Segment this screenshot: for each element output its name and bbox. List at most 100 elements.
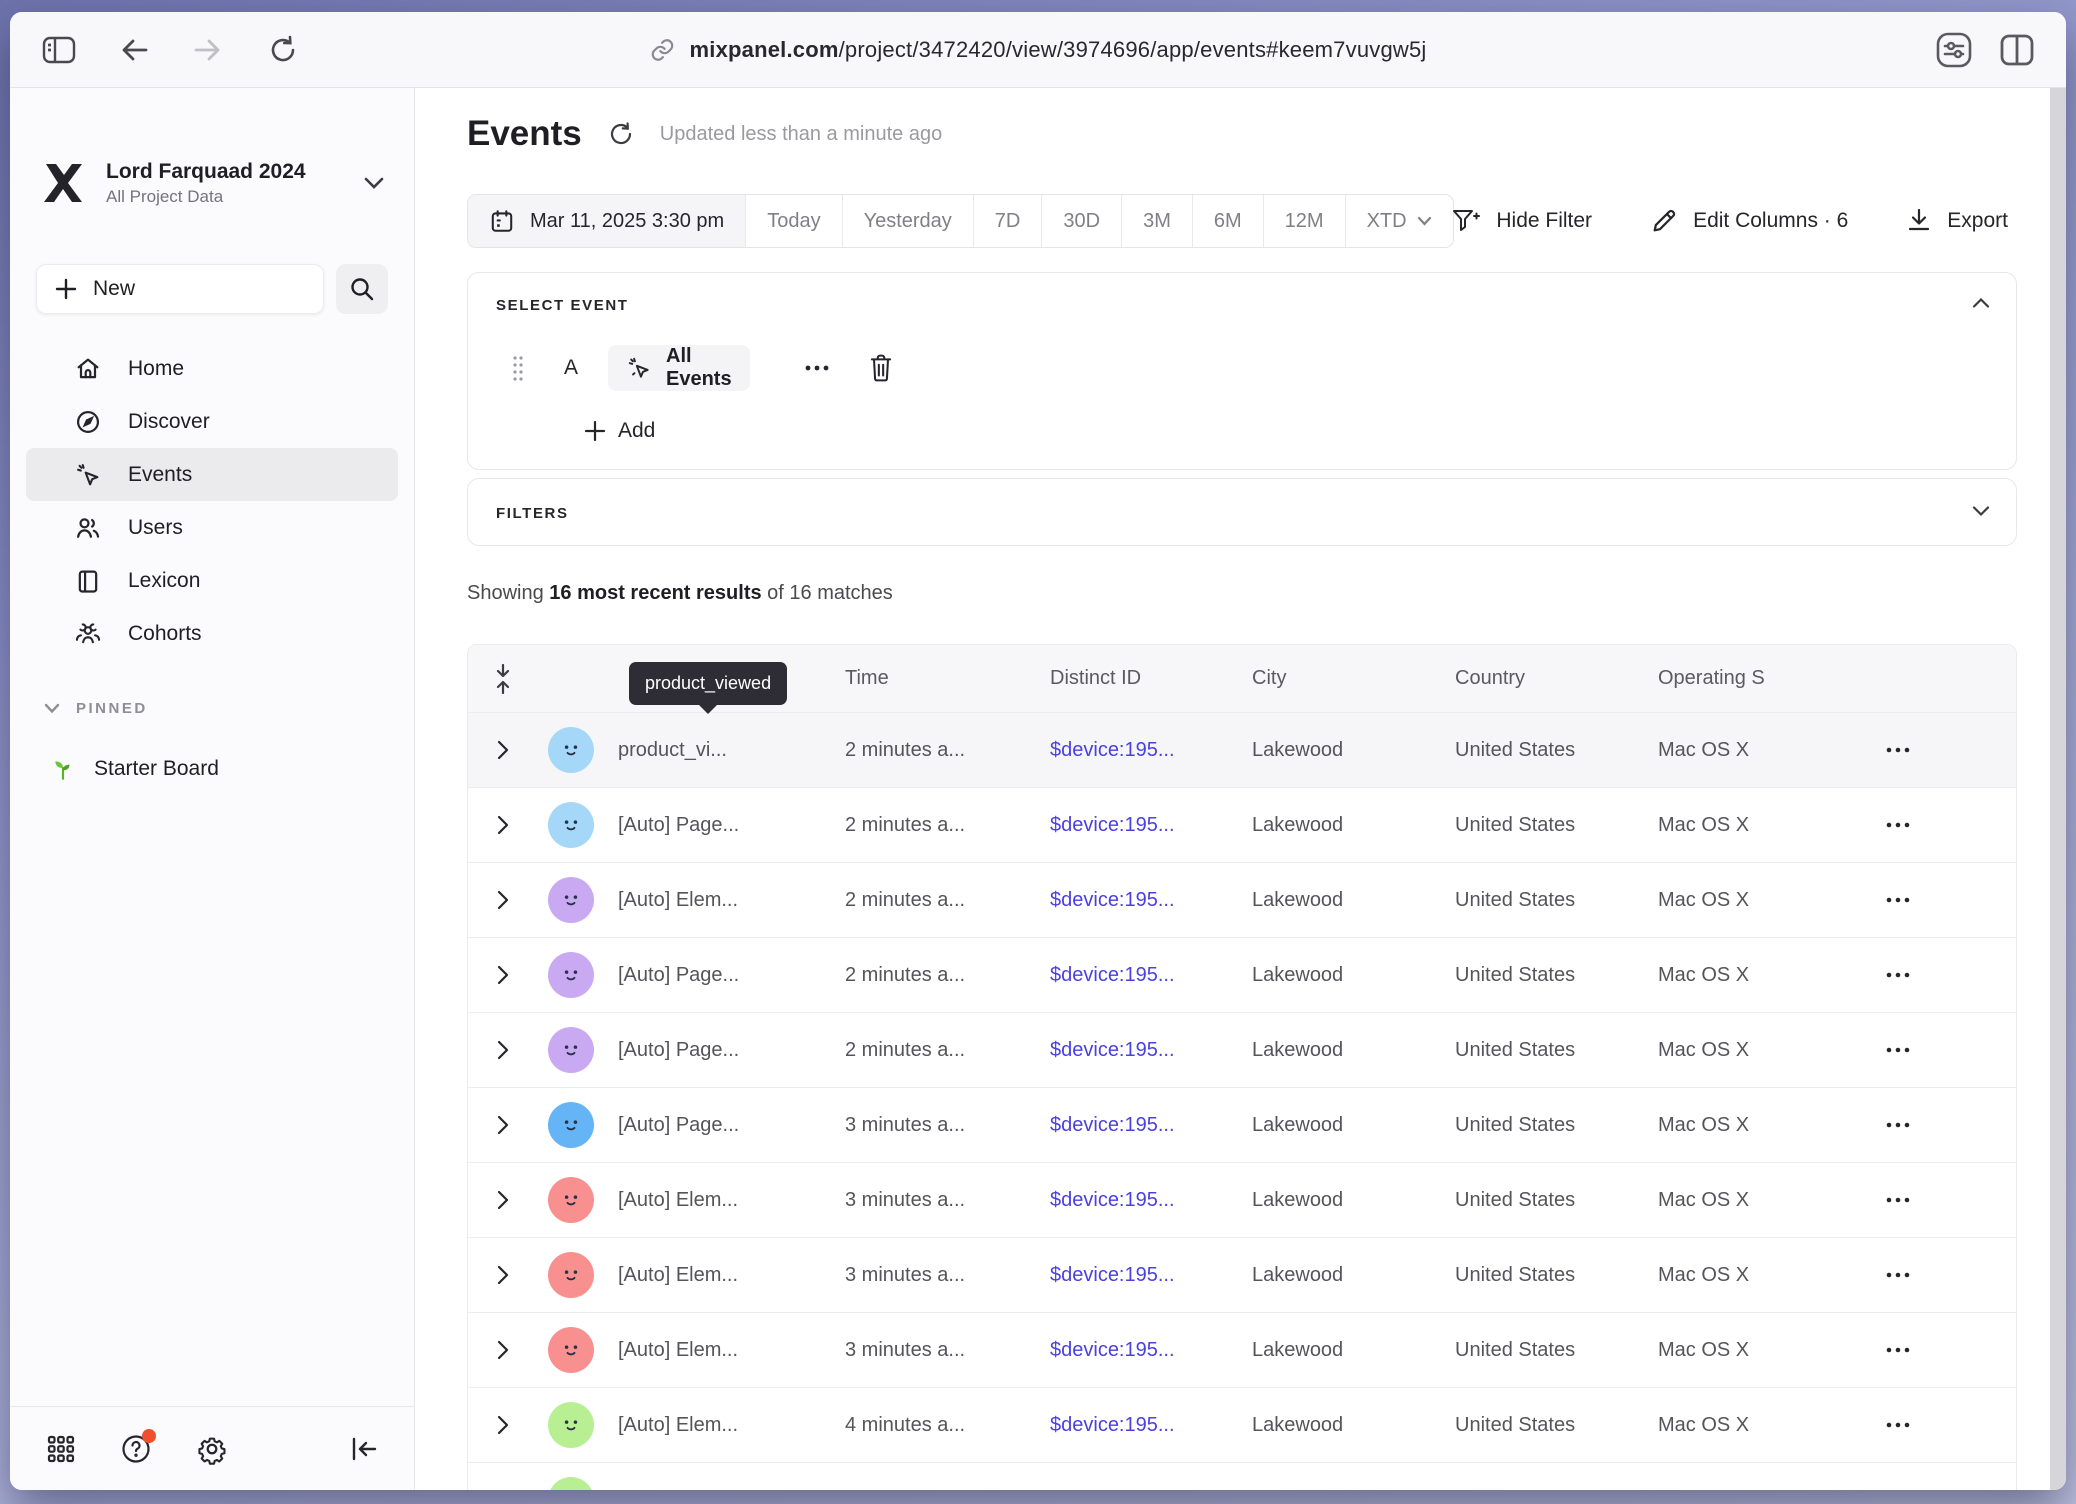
- preset-12m[interactable]: 12M: [1264, 195, 1346, 247]
- sidebar-item-cohorts[interactable]: Cohorts: [26, 607, 398, 660]
- header-os[interactable]: Operating S: [1658, 667, 1882, 690]
- preset-yesterday[interactable]: Yesterday: [843, 195, 974, 247]
- collapse-sidebar-icon[interactable]: [350, 1436, 378, 1462]
- event-selector-pill[interactable]: All Events: [608, 345, 750, 391]
- event-name[interactable]: [Auto] Page...: [618, 1114, 845, 1137]
- preset-7d[interactable]: 7D: [974, 195, 1043, 247]
- sidebar-item-home[interactable]: Home: [26, 342, 398, 395]
- url-bar[interactable]: mixpanel.com/project/3472420/view/397469…: [649, 37, 1426, 63]
- expand-row-chevron-icon[interactable]: [468, 890, 548, 910]
- preset-6m[interactable]: 6M: [1193, 195, 1264, 247]
- sidebar-item-events[interactable]: Events: [26, 448, 398, 501]
- distinct-id-link[interactable]: $device:195...: [1050, 739, 1252, 762]
- collapse-rows-icon[interactable]: [468, 663, 548, 695]
- add-event-button[interactable]: Add: [584, 419, 655, 443]
- apps-grid-icon[interactable]: [46, 1434, 76, 1464]
- header-distinct-id[interactable]: Distinct ID: [1050, 667, 1252, 690]
- table-row[interactable]: [Auto] Elem... 3 minutes a... $device:19…: [468, 1312, 2016, 1387]
- pinned-section-header[interactable]: PINNED: [44, 700, 148, 717]
- row-menu-icon[interactable]: [1882, 1196, 2016, 1204]
- hide-filter-button[interactable]: Hide Filter: [1451, 207, 1592, 235]
- distinct-id-link[interactable]: $device:195...: [1050, 1039, 1252, 1062]
- edit-columns-button[interactable]: Edit Columns · 6: [1650, 207, 1848, 235]
- settings-gear-icon[interactable]: [196, 1433, 228, 1465]
- preset-30d[interactable]: 30D: [1042, 195, 1122, 247]
- distinct-id-link[interactable]: $device:195...: [1050, 1339, 1252, 1362]
- expand-row-chevron-icon[interactable]: [468, 1265, 548, 1285]
- expand-row-chevron-icon[interactable]: [468, 1415, 548, 1435]
- table-row[interactable]: [Auto] Page... 3 minutes a... $device:19…: [468, 1087, 2016, 1162]
- preset-xtd[interactable]: XTD: [1346, 195, 1453, 247]
- header-country[interactable]: Country: [1455, 667, 1658, 690]
- row-menu-icon[interactable]: [1882, 1421, 2016, 1429]
- expand-row-chevron-icon[interactable]: [468, 1340, 548, 1360]
- preset-today[interactable]: Today: [746, 195, 842, 247]
- customize-toolbar-icon[interactable]: [1934, 30, 1974, 70]
- row-menu-icon[interactable]: [1882, 821, 2016, 829]
- chevron-down-icon[interactable]: [1972, 505, 1990, 517]
- chevron-up-icon[interactable]: [1972, 297, 1990, 309]
- new-button[interactable]: New: [36, 264, 324, 314]
- export-button[interactable]: Export: [1906, 207, 2008, 235]
- preset-3m[interactable]: 3M: [1122, 195, 1193, 247]
- browser-sidebar-toggle-icon[interactable]: [42, 36, 76, 64]
- event-name[interactable]: [Auto] Page...: [618, 814, 845, 837]
- table-row[interactable]: [Auto] Page... 2 minutes a... $device:19…: [468, 1012, 2016, 1087]
- vertical-scrollbar[interactable]: [2050, 88, 2066, 1490]
- row-menu-icon[interactable]: [1882, 1271, 2016, 1279]
- event-name[interactable]: product_vi...: [618, 739, 845, 762]
- table-row[interactable]: [Auto] Elem... 3 minutes a... $device:19…: [468, 1162, 2016, 1237]
- expand-row-chevron-icon[interactable]: [468, 1190, 548, 1210]
- event-name[interactable]: [Auto] Elem...: [618, 889, 845, 912]
- table-row[interactable]: [Auto] Elem... 4 minutes a... $device:19…: [468, 1387, 2016, 1462]
- distinct-id-link[interactable]: $device:195...: [1050, 1114, 1252, 1137]
- split-view-icon[interactable]: [1998, 32, 2036, 68]
- sidebar-item-users[interactable]: Users: [26, 501, 398, 554]
- table-row[interactable]: [Auto] Elem... 2 minutes a... $device:19…: [468, 862, 2016, 937]
- event-name[interactable]: [Auto] Elem...: [618, 1264, 845, 1287]
- event-name[interactable]: [Auto] Elem...: [618, 1189, 845, 1212]
- drag-handle-icon[interactable]: [512, 354, 524, 382]
- distinct-id-link[interactable]: $device:195...: [1050, 1414, 1252, 1437]
- row-menu-icon[interactable]: [1882, 971, 2016, 979]
- expand-row-chevron-icon[interactable]: [468, 1040, 548, 1060]
- distinct-id-link[interactable]: $device:195...: [1050, 1189, 1252, 1212]
- row-menu-icon[interactable]: [1882, 896, 2016, 904]
- sidebar-item-starter-board[interactable]: Starter Board: [50, 756, 219, 782]
- row-menu-icon[interactable]: [1882, 746, 2016, 754]
- distinct-id-link[interactable]: $device:195...: [1050, 889, 1252, 912]
- event-name[interactable]: [Auto] Elem...: [618, 1339, 845, 1362]
- expand-row-chevron-icon[interactable]: [468, 740, 548, 760]
- header-city[interactable]: City: [1252, 667, 1455, 690]
- back-icon[interactable]: [120, 37, 150, 63]
- sidebar-item-discover[interactable]: Discover: [26, 395, 398, 448]
- table-row[interactable]: [Auto] Page... 2 minutes a... $device:19…: [468, 937, 2016, 1012]
- project-switcher[interactable]: Lord Farquaad 2024 All Project Data: [40, 158, 385, 208]
- distinct-id-link[interactable]: $device:195...: [1050, 814, 1252, 837]
- expand-row-chevron-icon[interactable]: [468, 965, 548, 985]
- table-row[interactable]: [468, 1462, 2016, 1490]
- event-more-options-icon[interactable]: [804, 364, 830, 372]
- row-menu-icon[interactable]: [1882, 1121, 2016, 1129]
- table-row[interactable]: [Auto] Elem... 3 minutes a... $device:19…: [468, 1237, 2016, 1312]
- search-button[interactable]: [336, 264, 388, 314]
- header-time[interactable]: Time: [845, 667, 1050, 690]
- row-menu-icon[interactable]: [1882, 1346, 2016, 1354]
- expand-row-chevron-icon[interactable]: [468, 1115, 548, 1135]
- event-name[interactable]: [Auto] Page...: [618, 964, 845, 987]
- browser-window: mixpanel.com/project/3472420/view/397469…: [10, 12, 2066, 1490]
- sidebar-item-lexicon[interactable]: Lexicon: [26, 554, 398, 607]
- table-row[interactable]: product_vi... 2 minutes a... $device:195…: [468, 712, 2016, 787]
- table-row[interactable]: [Auto] Page... 2 minutes a... $device:19…: [468, 787, 2016, 862]
- refresh-icon[interactable]: [608, 121, 634, 147]
- date-range-button[interactable]: Mar 11, 2025 3:30 pm: [468, 195, 746, 247]
- distinct-id-link[interactable]: $device:195...: [1050, 964, 1252, 987]
- event-name[interactable]: [Auto] Elem...: [618, 1414, 845, 1437]
- help-button[interactable]: [120, 1433, 152, 1465]
- event-name[interactable]: [Auto] Page...: [618, 1039, 845, 1062]
- expand-row-chevron-icon[interactable]: [468, 815, 548, 835]
- trash-icon[interactable]: [868, 354, 894, 382]
- distinct-id-link[interactable]: $device:195...: [1050, 1264, 1252, 1287]
- row-menu-icon[interactable]: [1882, 1046, 2016, 1054]
- reload-icon[interactable]: [268, 35, 298, 65]
